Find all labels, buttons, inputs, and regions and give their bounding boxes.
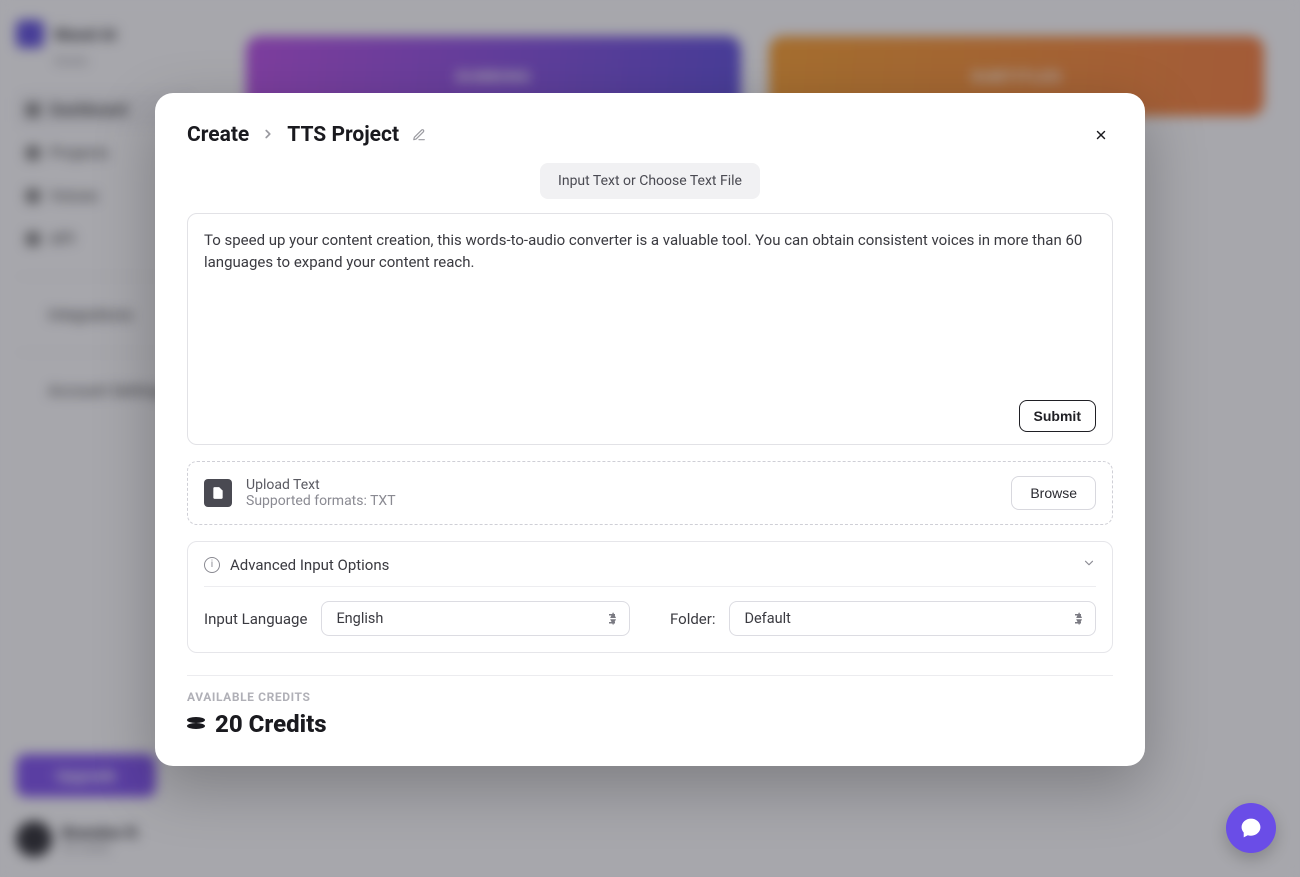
chat-launcher-button[interactable] (1226, 803, 1276, 853)
edit-title-icon[interactable] (411, 127, 427, 143)
advanced-options-panel: i Advanced Input Options Input Language … (187, 541, 1113, 653)
text-input-container: Submit (187, 213, 1113, 445)
input-language-field: Input Language English ▲▼ (204, 601, 630, 636)
info-icon: i (204, 557, 220, 573)
credits-label: AVAILABLE CREDITS (187, 690, 1113, 704)
breadcrumb-root[interactable]: Create (187, 123, 249, 147)
text-input[interactable] (204, 230, 1096, 392)
breadcrumb-leaf: TTS Project (287, 123, 399, 147)
create-tts-modal: Create TTS Project Input Text or Choose … (155, 93, 1145, 766)
document-icon (204, 479, 232, 507)
folder-select[interactable]: Default ▲▼ (729, 601, 1096, 636)
advanced-options-toggle[interactable]: i Advanced Input Options (204, 556, 1096, 587)
submit-button[interactable]: Submit (1019, 400, 1096, 432)
upload-dropzone[interactable]: Upload Text Supported formats: TXT Brows… (187, 461, 1113, 525)
input-mode-pill[interactable]: Input Text or Choose Text File (540, 163, 760, 199)
upload-formats: Supported formats: TXT (246, 493, 997, 509)
folder-field: Folder: Default ▲▼ (670, 601, 1096, 636)
input-language-select[interactable]: English ▲▼ (321, 601, 630, 636)
coins-icon (187, 717, 205, 731)
chevron-right-icon (261, 123, 275, 147)
input-language-label: Input Language (204, 610, 307, 628)
upload-meta: Upload Text Supported formats: TXT (246, 477, 997, 509)
browse-button[interactable]: Browse (1011, 476, 1096, 510)
folder-value: Default (744, 610, 790, 627)
close-button[interactable] (1089, 123, 1113, 147)
breadcrumb: Create TTS Project (187, 123, 427, 147)
chevron-down-icon (1082, 556, 1096, 574)
divider (187, 675, 1113, 676)
folder-label: Folder: (670, 610, 715, 628)
credits-value: 20 Credits (187, 710, 1113, 738)
advanced-options-title: Advanced Input Options (230, 556, 389, 574)
upload-title: Upload Text (246, 477, 997, 493)
input-language-value: English (336, 610, 383, 627)
modal-header: Create TTS Project (187, 123, 1113, 147)
